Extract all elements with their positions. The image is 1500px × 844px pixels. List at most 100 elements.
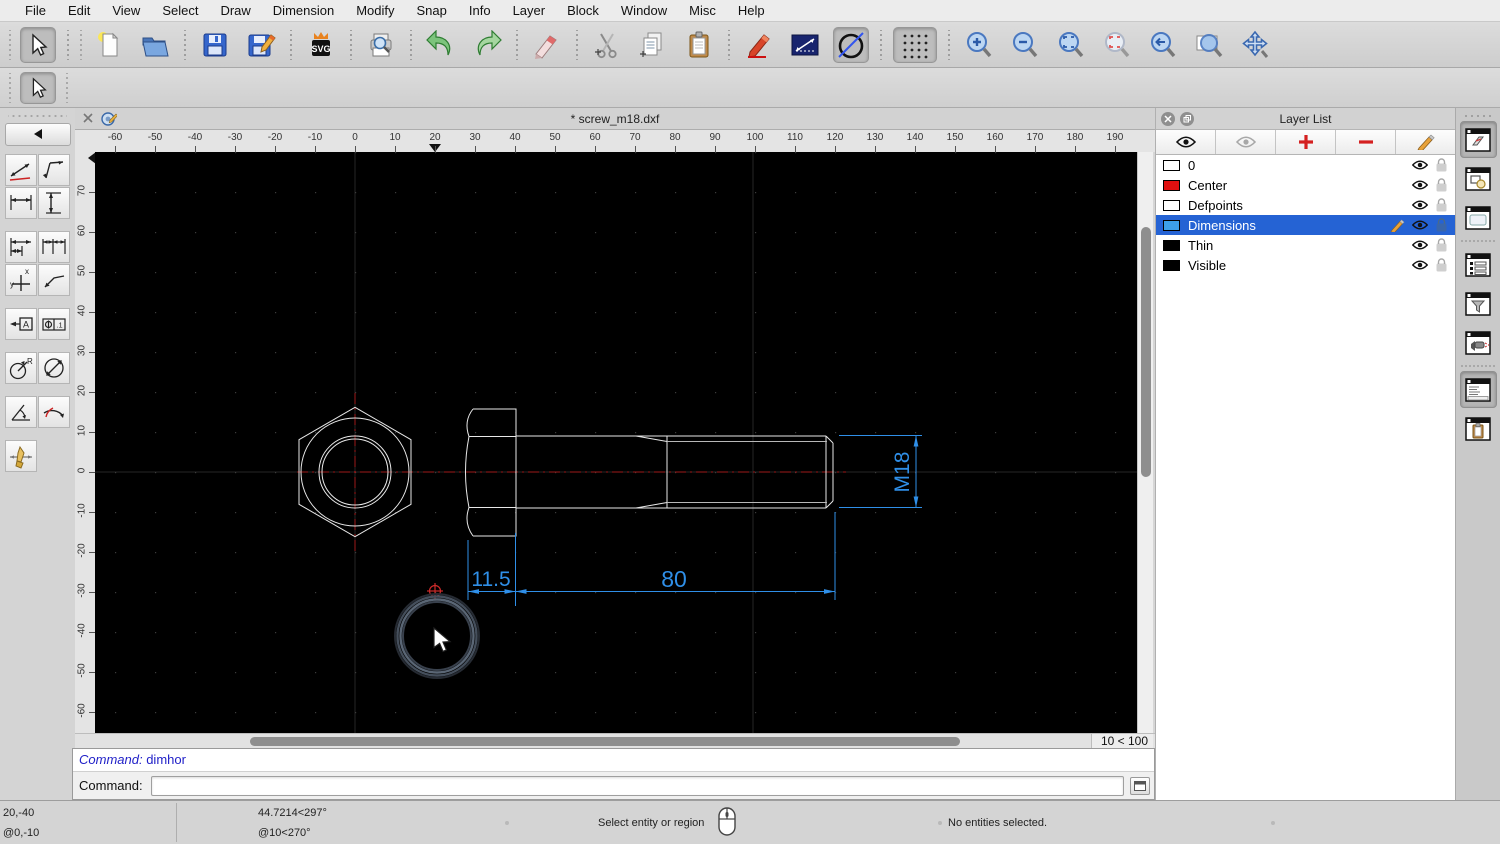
layer-lock-toggle[interactable] bbox=[1433, 218, 1450, 232]
vertical-scrollbar[interactable] bbox=[1137, 152, 1153, 733]
layer-edit-indicator[interactable] bbox=[1389, 218, 1406, 232]
menu-window[interactable]: Window bbox=[610, 0, 678, 22]
dock-clipboard-button[interactable] bbox=[1460, 410, 1497, 447]
redo-button[interactable] bbox=[469, 27, 505, 63]
menu-info[interactable]: Info bbox=[458, 0, 502, 22]
dim-vertical-button[interactable] bbox=[38, 187, 70, 219]
menu-layer[interactable]: Layer bbox=[502, 0, 557, 22]
dim-aligned-button[interactable] bbox=[5, 154, 37, 186]
menu-modify[interactable]: Modify bbox=[345, 0, 405, 22]
save-as-button[interactable] bbox=[243, 27, 279, 63]
layer-visibility-toggle[interactable] bbox=[1411, 259, 1428, 271]
menu-view[interactable]: View bbox=[101, 0, 151, 22]
palette-back-button[interactable] bbox=[4, 123, 71, 146]
menu-help[interactable]: Help bbox=[727, 0, 776, 22]
layer-color-swatch[interactable] bbox=[1163, 239, 1180, 251]
draft-mode-button[interactable] bbox=[833, 26, 869, 63]
save-button[interactable] bbox=[197, 27, 233, 63]
command-input[interactable] bbox=[150, 775, 1124, 796]
eye-icon[interactable] bbox=[1411, 219, 1428, 231]
dock-entity-list-button[interactable] bbox=[1460, 246, 1497, 283]
layer-lock-toggle[interactable] bbox=[1433, 198, 1450, 212]
zoom-pan-button[interactable] bbox=[1237, 27, 1273, 63]
grid-toggle-button[interactable] bbox=[893, 26, 937, 63]
line-settings-button[interactable] bbox=[787, 27, 823, 63]
horizontal-scrollbar-thumb[interactable] bbox=[250, 737, 960, 746]
drawing-canvas[interactable]: 11.5 80 M18 bbox=[95, 152, 1137, 733]
lock-icon[interactable] bbox=[1436, 158, 1447, 172]
lock-icon[interactable] bbox=[1436, 238, 1447, 252]
menu-draw[interactable]: Draw bbox=[209, 0, 261, 22]
dim-baseline-button[interactable] bbox=[5, 231, 37, 263]
dock-selection-filter-button[interactable] bbox=[1460, 285, 1497, 322]
select-tool-button[interactable] bbox=[20, 26, 56, 63]
dock-block-list-button[interactable] bbox=[1460, 160, 1497, 197]
add-layer-button[interactable] bbox=[1276, 130, 1336, 154]
menu-select[interactable]: Select bbox=[151, 0, 209, 22]
menu-dimension[interactable]: Dimension bbox=[262, 0, 345, 22]
dock-layer-list-button[interactable] bbox=[1459, 121, 1497, 158]
horizontal-scrollbar[interactable]: 10 < 100 bbox=[75, 733, 1155, 749]
dim-linear-button[interactable] bbox=[38, 154, 70, 186]
remove-layer-button[interactable] bbox=[1336, 130, 1396, 154]
selection-pointer-button[interactable] bbox=[20, 71, 56, 104]
dim-continue-button[interactable] bbox=[38, 231, 70, 263]
layer-visibility-toggle[interactable] bbox=[1411, 239, 1428, 251]
menu-edit[interactable]: Edit bbox=[57, 0, 101, 22]
layer-visibility-toggle[interactable] bbox=[1411, 159, 1428, 171]
eye-icon[interactable] bbox=[1411, 239, 1428, 251]
print-preview-button[interactable] bbox=[363, 27, 399, 63]
eye-icon[interactable] bbox=[1411, 259, 1428, 271]
layer-lock-toggle[interactable] bbox=[1433, 258, 1450, 272]
layer-row-thin[interactable]: Thin bbox=[1156, 235, 1455, 255]
dim-arc-button[interactable] bbox=[38, 396, 70, 428]
svg-export-button[interactable]: SVG bbox=[303, 27, 339, 63]
layer-lock-toggle[interactable] bbox=[1433, 158, 1450, 172]
layer-lock-toggle[interactable] bbox=[1433, 178, 1450, 192]
eye-icon[interactable] bbox=[1411, 179, 1428, 191]
new-file-button[interactable] bbox=[91, 27, 127, 63]
dim-angular-button[interactable] bbox=[5, 396, 37, 428]
menu-misc[interactable]: Misc bbox=[678, 0, 727, 22]
copy-button[interactable] bbox=[635, 27, 671, 63]
command-detach-button[interactable] bbox=[1130, 776, 1150, 795]
eye-icon[interactable] bbox=[1411, 199, 1428, 211]
eye-icon[interactable] bbox=[1411, 159, 1428, 171]
zoom-window-button[interactable] bbox=[1191, 27, 1227, 63]
edit-layer-button[interactable] bbox=[1396, 130, 1455, 154]
zoom-previous-button[interactable] bbox=[1145, 27, 1181, 63]
dim-leader-button[interactable] bbox=[38, 264, 70, 296]
menu-block[interactable]: Block bbox=[556, 0, 610, 22]
layer-row-visible[interactable]: Visible bbox=[1156, 255, 1455, 275]
paste-button[interactable] bbox=[681, 27, 717, 63]
layer-color-swatch[interactable] bbox=[1163, 219, 1180, 231]
zoom-out-button[interactable] bbox=[1007, 27, 1043, 63]
lock-icon[interactable] bbox=[1436, 178, 1447, 192]
dock-command-line-button[interactable] bbox=[1459, 371, 1497, 408]
layer-visibility-toggle[interactable] bbox=[1411, 179, 1428, 191]
hide-all-layers-button[interactable] bbox=[1216, 130, 1276, 154]
lock-icon[interactable] bbox=[1436, 198, 1447, 212]
layer-visibility-toggle[interactable] bbox=[1411, 199, 1428, 211]
dim-horizontal-button[interactable] bbox=[5, 187, 37, 219]
dock-library-browser-button[interactable] bbox=[1460, 199, 1497, 236]
layer-color-swatch[interactable] bbox=[1163, 199, 1180, 211]
dim-label-button[interactable]: A bbox=[5, 308, 37, 340]
dim-regenerate-button[interactable] bbox=[5, 440, 37, 472]
layer-lock-toggle[interactable] bbox=[1433, 238, 1450, 252]
zoom-auto-button[interactable] bbox=[1053, 27, 1089, 63]
open-file-button[interactable] bbox=[137, 27, 173, 63]
dim-diametric-button[interactable] bbox=[38, 352, 70, 384]
layer-row-0[interactable]: 0 bbox=[1156, 155, 1455, 175]
lock-icon[interactable] bbox=[1436, 258, 1447, 272]
cut-button[interactable] bbox=[589, 27, 625, 63]
delete-button[interactable] bbox=[529, 27, 565, 63]
dim-radial-button[interactable]: R bbox=[5, 352, 37, 384]
lock-icon[interactable] bbox=[1436, 218, 1447, 232]
layer-color-swatch[interactable] bbox=[1163, 179, 1180, 191]
zoom-selection-button[interactable] bbox=[1099, 27, 1135, 63]
layer-color-swatch[interactable] bbox=[1163, 259, 1180, 271]
show-all-layers-button[interactable] bbox=[1156, 130, 1216, 154]
vertical-scrollbar-thumb[interactable] bbox=[1141, 227, 1151, 477]
layer-row-center[interactable]: Center bbox=[1156, 175, 1455, 195]
